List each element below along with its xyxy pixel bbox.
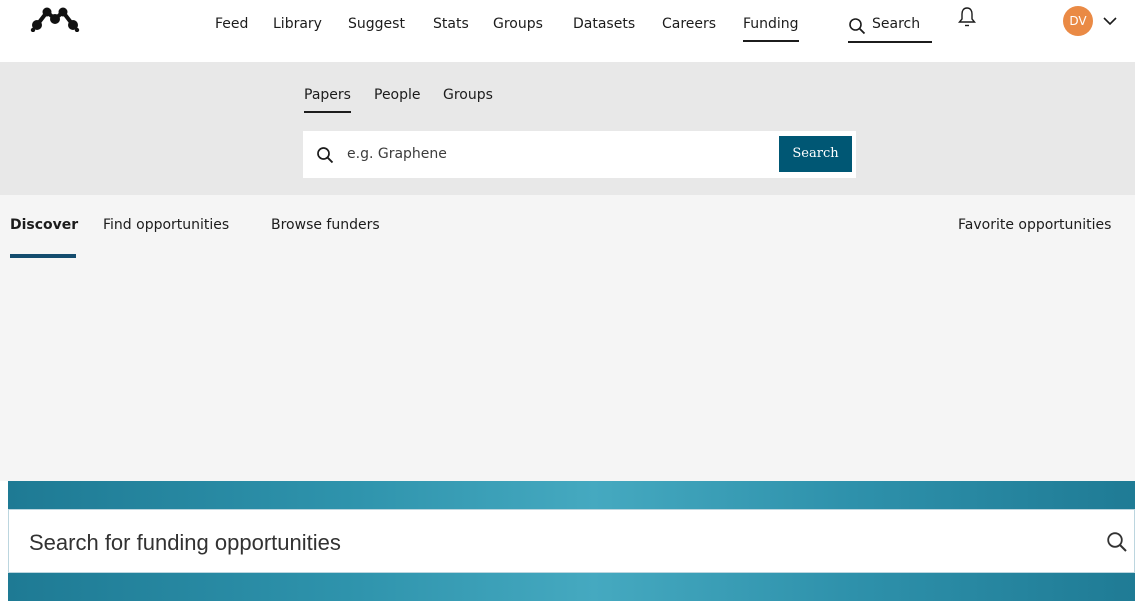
nav-stats[interactable]: Stats: [433, 15, 469, 33]
funding-subnav: Discover Find opportunities Browse funde…: [0, 195, 1135, 481]
nav-datasets[interactable]: Datasets: [573, 15, 635, 33]
subnav-find-opportunities[interactable]: Find opportunities: [103, 216, 229, 234]
nav-feed[interactable]: Feed: [215, 15, 248, 33]
search-input[interactable]: [347, 141, 767, 167]
tab-papers[interactable]: Papers: [304, 86, 351, 113]
nav-careers[interactable]: Careers: [662, 15, 716, 33]
avatar[interactable]: DV: [1063, 6, 1093, 36]
funding-search-hero: Search for funding opportunities: [8, 481, 1135, 601]
nav-groups[interactable]: Groups: [493, 15, 543, 33]
nav-funding[interactable]: Funding: [743, 15, 799, 42]
subnav-favorite-opportunities[interactable]: Favorite opportunities: [958, 216, 1111, 234]
search-icon: [317, 147, 334, 164]
subnav-discover[interactable]: Discover: [10, 216, 78, 234]
funding-search-field[interactable]: Search for funding opportunities: [8, 509, 1135, 573]
tab-people[interactable]: People: [374, 86, 421, 104]
active-tab-indicator: [10, 254, 76, 258]
search-icon: [849, 18, 866, 35]
subnav-browse-funders[interactable]: Browse funders: [271, 216, 380, 234]
mendeley-logo-icon[interactable]: [30, 6, 80, 32]
nav-suggest[interactable]: Suggest: [348, 15, 405, 33]
search-button[interactable]: Search: [779, 136, 852, 172]
search-icon[interactable]: [1106, 531, 1128, 553]
chevron-down-icon[interactable]: [1102, 13, 1118, 29]
global-search-box: Search: [303, 131, 856, 178]
tab-groups[interactable]: Groups: [443, 86, 493, 104]
bell-icon[interactable]: [957, 6, 977, 28]
global-search-panel: Papers People Groups Search: [0, 62, 1135, 195]
top-navigation: Feed Library Suggest Stats Groups Datase…: [0, 0, 1135, 62]
funding-search-placeholder: Search for funding opportunities: [29, 530, 341, 555]
nav-library[interactable]: Library: [273, 15, 322, 33]
nav-search-label: Search: [872, 16, 921, 32]
